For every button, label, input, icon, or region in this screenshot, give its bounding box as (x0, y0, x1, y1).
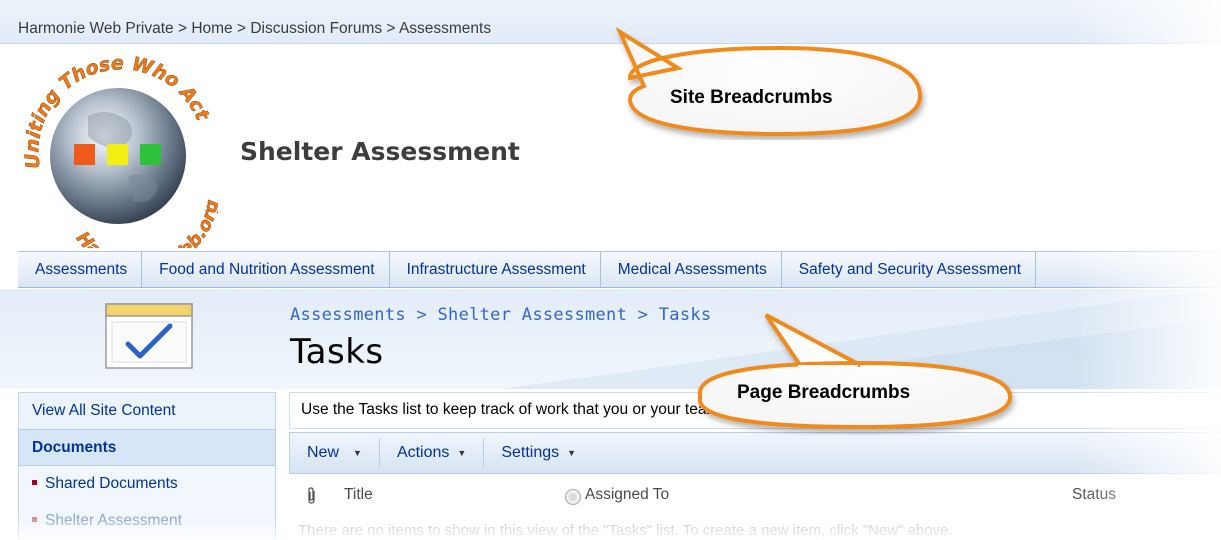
quick-launch: View All Site Content Documents Shared D… (18, 392, 276, 540)
new-menu-label: New (307, 444, 340, 461)
tab-infrastructure-assessment[interactable]: Infrastructure Assessment (390, 252, 601, 287)
breadcrumb-separator: > (627, 305, 659, 325)
page-title: Tasks (290, 332, 384, 372)
view-all-site-content-link[interactable]: View All Site Content (18, 392, 276, 429)
harmonie-web-logo[interactable]: Uniting Those Who Act Harmonie Web.org (18, 56, 218, 248)
settings-menu-button[interactable]: Settings ▼ (484, 438, 593, 468)
site-breadcrumb-item-discussion-forums[interactable]: Discussion Forums (250, 20, 382, 37)
empty-list-message: There are no items to show in this view … (298, 522, 953, 539)
site-breadcrumb-item-harmonie-web-private[interactable]: Harmonie Web Private (18, 20, 174, 37)
attachment-icon[interactable] (305, 486, 319, 506)
breadcrumb-separator: > (405, 305, 438, 325)
site-header: Uniting Those Who Act Harmonie Web.org S… (0, 44, 1221, 251)
tab-medical-assessments[interactable]: Medical Assessments (601, 252, 782, 287)
list-column-headers: Title Assigned To Status (289, 478, 1221, 514)
tab-food-and-nutrition-assessment[interactable]: Food and Nutrition Assessment (142, 252, 390, 287)
actions-menu-button[interactable]: Actions ▼ (380, 438, 485, 468)
logo-red-square (74, 144, 95, 165)
column-header-title[interactable]: Title (344, 486, 373, 504)
logo-yellow-square (107, 144, 128, 165)
breadcrumb-separator: > (173, 20, 192, 37)
tab-assessments[interactable]: Assessments (18, 252, 143, 287)
actions-menu-label: Actions (396, 444, 450, 461)
site-breadcrumb: Harmonie Web Private > Home > Discussion… (0, 0, 1221, 44)
new-menu-button[interactable]: New ▼ (290, 438, 380, 468)
quick-launch-item-shelter-assessment[interactable]: Shelter Assessment (18, 503, 276, 540)
column-header-assigned-to-label: Assigned To (585, 486, 670, 503)
site-breadcrumbs-callout-label: Site Breadcrumbs (670, 87, 833, 108)
bullet-icon (32, 516, 37, 522)
quick-launch-item-label: Shared Documents (45, 475, 178, 492)
quick-launch-item-label: Shelter Assessment (45, 512, 182, 529)
logo-green-square (140, 144, 161, 165)
page-breadcrumb-item-assessments[interactable]: Assessments (290, 305, 406, 325)
tab-safety-and-security-assessment[interactable]: Safety and Security Assessment (782, 252, 1037, 287)
page-breadcrumb-item-tasks[interactable]: Tasks (659, 305, 712, 325)
top-navigation: Assessments Food and Nutrition Assessmen… (18, 251, 1221, 288)
site-breadcrumb-item-assessments[interactable]: Assessments (399, 20, 491, 37)
page-breadcrumb-item-shelter-assessment[interactable]: Shelter Assessment (438, 305, 628, 325)
tasks-list-icon (105, 303, 193, 369)
bullet-icon (32, 479, 37, 485)
settings-menu-label: Settings (501, 444, 560, 461)
list-toolbar: New ▼ Actions ▼ Settings ▼ (289, 432, 1221, 474)
page-breadcrumb: Assessments > Shelter Assessment > Tasks (290, 305, 711, 325)
quick-launch-item-shared-documents[interactable]: Shared Documents (18, 466, 276, 503)
column-header-status[interactable]: Status (1072, 486, 1116, 504)
dropdown-arrow-icon: ▼ (457, 448, 467, 458)
dropdown-arrow-icon: ▼ (567, 448, 577, 458)
breadcrumb-separator: > (382, 20, 399, 37)
dropdown-arrow-icon: ▼ (353, 448, 362, 458)
breadcrumb-separator: > (232, 20, 251, 37)
site-title[interactable]: Shelter Assessment (240, 137, 520, 166)
page-breadcrumbs-callout-label: Page Breadcrumbs (737, 382, 911, 403)
site-breadcrumb-item-home[interactable]: Home (191, 20, 232, 37)
column-header-assigned-to[interactable]: Assigned To (565, 486, 669, 504)
quick-launch-header-documents[interactable]: Documents (18, 429, 276, 466)
